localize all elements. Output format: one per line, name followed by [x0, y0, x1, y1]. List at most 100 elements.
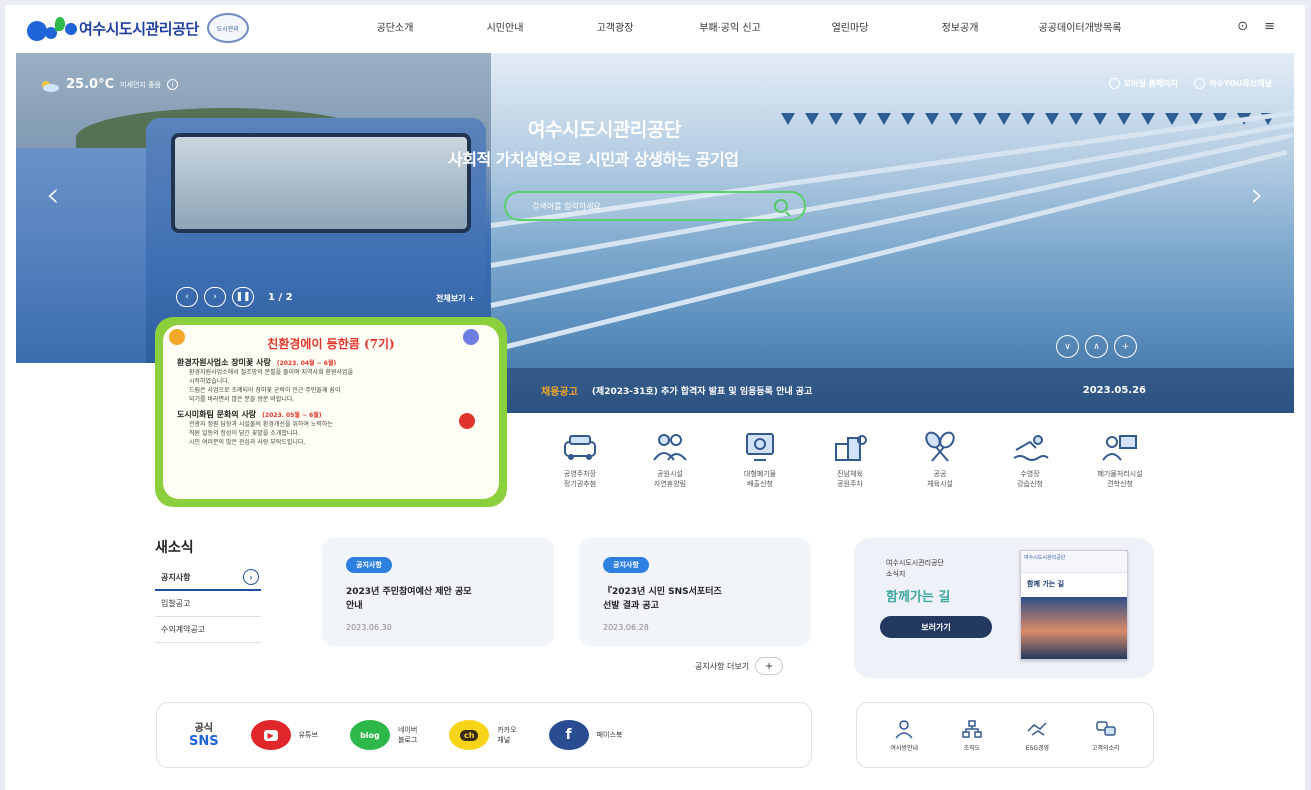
news-title: 『2023년 시민 SNS서포터즈 선발 결과 공고: [603, 587, 722, 611]
plus-icon: +: [755, 657, 784, 675]
quick-sports-park[interactable]: 진남체육 공원주차: [805, 430, 895, 489]
more-notices-link[interactable]: 공지사항 더보기 +: [695, 657, 784, 675]
slider-controls: ‹ › ❚❚ 1 / 2: [176, 287, 293, 307]
plus-icon[interactable]: +: [1114, 335, 1137, 358]
search-bar: [504, 191, 806, 221]
hero-pool-image: [490, 53, 1294, 413]
building-icon: [830, 430, 870, 464]
facebook-link[interactable]: f 페이스북: [548, 720, 622, 750]
popup-title: 친환경에이 등한콤 (7기): [267, 337, 395, 351]
quick-swimming[interactable]: 수영장 강습신청: [985, 430, 1075, 489]
tab-contracts[interactable]: 수의계약공고: [155, 617, 261, 643]
news-badge: 공지사항: [346, 557, 392, 573]
nav-corruption-report[interactable]: 부패·공익 신고: [665, 19, 795, 34]
globe-icon[interactable]: ⊙: [1237, 19, 1248, 34]
tool-esg[interactable]: ESG경영: [1026, 719, 1049, 752]
blog-icon: blog: [349, 720, 390, 750]
logo-drops-icon: [27, 13, 77, 43]
tab-notices[interactable]: 공지사항 ›: [155, 565, 261, 591]
youtube-icon: ▶: [250, 720, 291, 750]
main-nav: 공단소개 시민안내 고객광장 부패·공익 신고 열린마당 정보공개 공공데이터개…: [345, 19, 1145, 34]
tab-bids[interactable]: 입찰공고: [155, 591, 261, 617]
page: 여수시도시관리공단 도시관리 공단소개 시민안내 고객광장 부패·공익 신고 열…: [5, 5, 1305, 790]
logo-text: 여수시도시관리공단: [79, 19, 199, 38]
slide-counter: 1 / 2: [268, 291, 293, 303]
search-input[interactable]: [532, 201, 752, 211]
next-slide-button[interactable]: ›: [204, 287, 226, 307]
mobile-icon: [1108, 78, 1120, 89]
newsletter-promo: 여수시도시관리공단 소식지 함께가는 길 보러가기 여수시도시관리공단 함께 가…: [854, 538, 1154, 678]
site-logo[interactable]: 여수시도시관리공단 도시관리: [27, 13, 249, 43]
search-icon[interactable]: [774, 199, 788, 213]
blog-link[interactable]: blog 네이버 블로그: [349, 720, 417, 750]
nav-info-disclosure[interactable]: 정보공개: [905, 19, 1015, 34]
temperature: 25.0°C: [66, 77, 115, 92]
nav-citizen-guide[interactable]: 시민안내: [445, 19, 565, 34]
header-utilities: ⊙ ≡: [1237, 19, 1275, 34]
tool-org-chart[interactable]: 조직도: [961, 719, 983, 752]
news-date: 2023.06.30: [346, 623, 392, 632]
cover-image: [1021, 597, 1127, 659]
menu-icon[interactable]: ≡: [1264, 19, 1275, 34]
notice-date: 2023.05.26: [1082, 385, 1146, 396]
play-icon: [1194, 78, 1206, 89]
hero-subtitle: 사회적 가치실현으로 시민과 상생하는 공기업: [448, 150, 739, 169]
news-date: 2023.06.28: [603, 623, 649, 632]
nav-customer-plaza[interactable]: 고객광장: [565, 19, 665, 34]
popup-section-title: 환경자원사업소 장미꽃 사랑 (2023. 04월 ~ 6월): [177, 358, 337, 367]
sns-bar: 공식 SNS ▶ 유튜브 blog 네이버 블로그 ch 카카오 채널 f 페이스…: [156, 702, 812, 768]
flower-icon: [459, 413, 475, 429]
nav-public-data[interactable]: 공공데이터개방목록: [1015, 19, 1145, 34]
chevron-up-icon[interactable]: ∧: [1085, 335, 1108, 358]
quick-parking[interactable]: 공영주차장 정기권추첨: [535, 430, 625, 489]
youtube-channel-link[interactable]: 여수YOU튜브채널: [1194, 78, 1272, 89]
kakao-link[interactable]: ch 카카오 채널: [449, 720, 517, 750]
chevron-right-icon[interactable]: ›: [1250, 178, 1264, 212]
view-all-link[interactable]: 전체보기 +: [436, 293, 475, 304]
pause-button[interactable]: ❚❚: [232, 287, 254, 307]
info-icon[interactable]: i: [167, 79, 178, 90]
quick-forest[interactable]: 공원시설 자연휴양림: [625, 430, 715, 489]
logo-emblem: 도시관리: [206, 13, 249, 43]
tool-directions[interactable]: 여사방안내: [890, 719, 918, 752]
event-popup[interactable]: 친환경에이 등한콤 (7기) 환경자원사업소 장미꽃 사랑 (2023. 04월 …: [155, 317, 507, 507]
quick-menu: 공영주차장 정기권추첨 공원시설 자연휴양림 대형폐기물 배출신청 진남체육 공…: [535, 430, 1165, 489]
racket-icon: [920, 430, 960, 464]
notice-ticker[interactable]: 채용공고 (제2023-31호) 추가 합격자 발표 및 임용등록 안내 공고 …: [491, 368, 1294, 413]
youtube-link[interactable]: ▶ 유튜브: [250, 720, 318, 750]
speech-icon: [1095, 719, 1117, 739]
nav-open-forum[interactable]: 열린마당: [795, 19, 905, 34]
newsletter-cover[interactable]: 여수시도시관리공단 함께 가는 길: [1020, 550, 1128, 660]
prev-slide-button[interactable]: ‹: [176, 287, 198, 307]
hero-quick-links: 모바일 홈페이지 여수YOU튜브채널: [1108, 78, 1272, 89]
news-card[interactable]: 공지사항 『2023년 시민 SNS서포터즈 선발 결과 공고 2023.06.…: [579, 538, 811, 646]
notice-controls: ∨ ∧ +: [1056, 335, 1137, 358]
notice-text[interactable]: (제2023-31호) 추가 합격자 발표 및 임용등록 안내 공고: [592, 384, 813, 397]
quick-sports-facility[interactable]: 공공 체육시설: [895, 430, 985, 489]
news-badge: 공지사항: [603, 557, 649, 573]
chevron-right-icon: ›: [243, 569, 259, 585]
person-icon: [893, 719, 915, 739]
utility-links: 여사방안내 조직도 ESG경영 고객의소리: [856, 702, 1154, 768]
org-chart-icon: [961, 719, 983, 739]
news-card[interactable]: 공지사항 2023년 주민참여예산 제안 공모 안내 2023.06.30: [322, 538, 554, 646]
presenter-icon: [1100, 430, 1140, 464]
tool-customer-voice[interactable]: 고객의소리: [1092, 719, 1120, 752]
kakao-icon: ch: [449, 720, 490, 750]
mobile-home-link[interactable]: 모바일 홈페이지: [1108, 78, 1178, 89]
news-title: 2023년 주민참여예산 제안 공모 안내: [346, 587, 472, 611]
hero-title: 여수시도시관리공단: [528, 119, 681, 141]
facebook-icon: f: [548, 720, 589, 750]
weather-widget: 25.0°C 미세먼지 좋음 i: [38, 77, 178, 92]
people-icon: [650, 430, 690, 464]
news-section-title: 새소식: [155, 540, 194, 556]
weather-icon: [38, 78, 60, 92]
chevron-down-icon[interactable]: ∨: [1056, 335, 1079, 358]
chevron-left-icon[interactable]: ‹: [46, 178, 60, 212]
quick-waste-tour[interactable]: 폐기물처리시설 견학신청: [1075, 430, 1165, 489]
sns-label: 공식 SNS: [189, 723, 219, 749]
nav-about[interactable]: 공단소개: [345, 19, 445, 34]
view-newsletter-button[interactable]: 보러가기: [880, 616, 992, 638]
promo-headline: 함께가는 길: [886, 590, 951, 605]
quick-bulky-waste[interactable]: 대형폐기물 배출신청: [715, 430, 805, 489]
